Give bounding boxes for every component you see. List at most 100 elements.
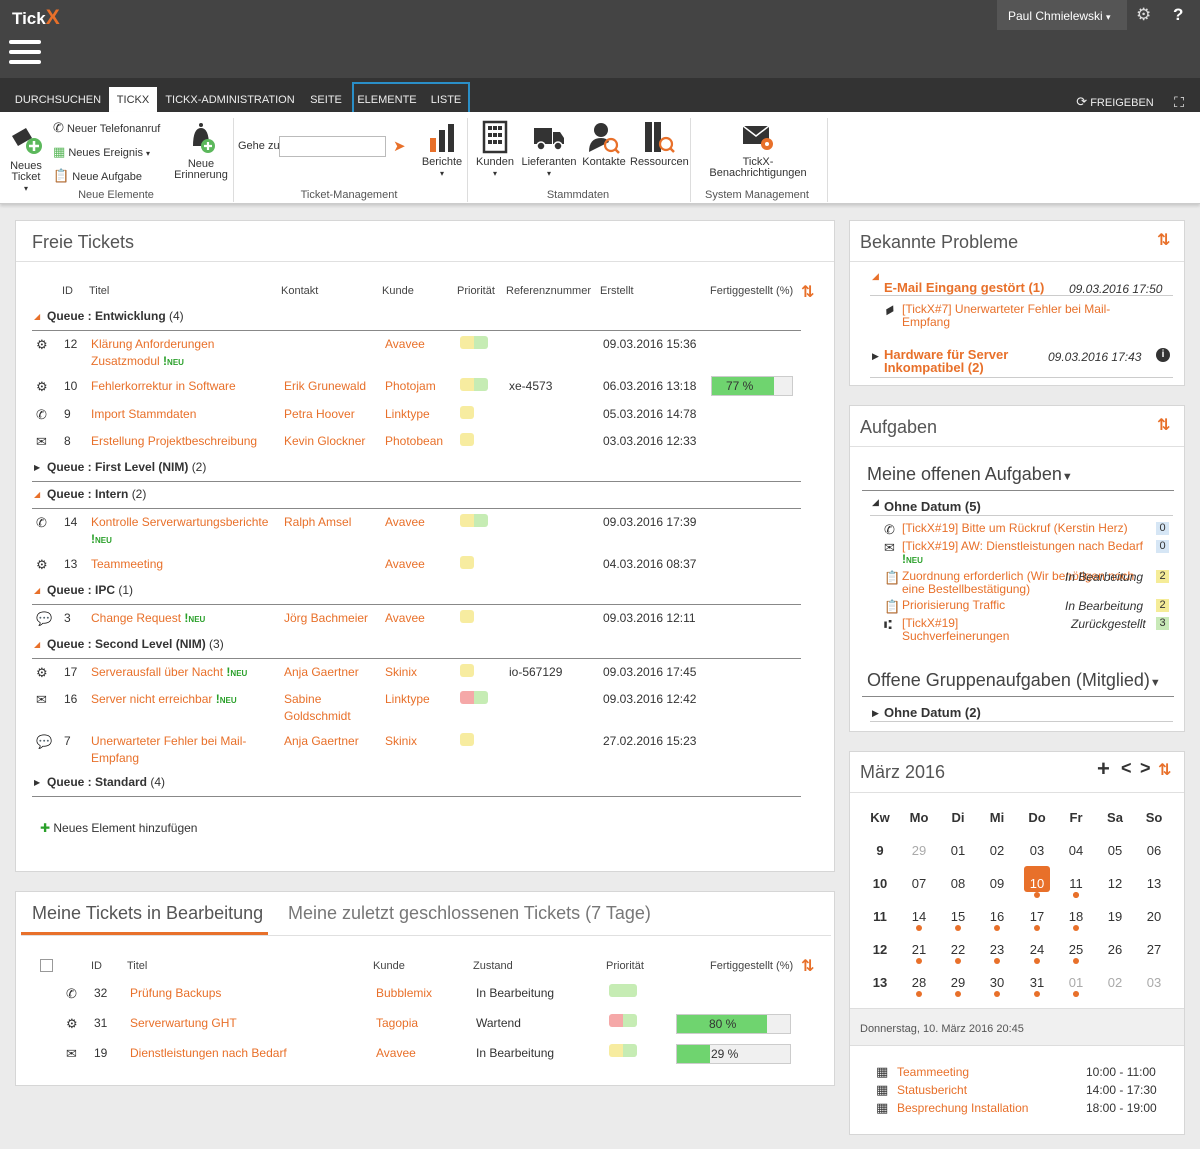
ticket-customer-link[interactable]: Avavee — [385, 336, 425, 353]
ticket-title-link[interactable]: Kontrolle Serverwartungsberichte !NEU — [91, 514, 271, 549]
ticket-customer-link[interactable]: Photojam — [385, 378, 436, 395]
add-event-icon[interactable]: + — [1097, 756, 1110, 782]
refresh-icon[interactable]: ⇅ — [1157, 230, 1170, 250]
column-header-id[interactable]: ID — [91, 960, 102, 972]
event-link[interactable]: Teammeeting — [897, 1065, 969, 1079]
calendar-day[interactable]: 09 — [982, 876, 1012, 891]
calendar-day[interactable]: 01 — [1061, 975, 1091, 990]
goto-input[interactable] — [279, 136, 386, 157]
ticket-contact-link[interactable]: Ralph Amsel — [284, 514, 380, 531]
new-reminder-button[interactable]: Neue Erinnerung — [172, 120, 230, 181]
calendar-day[interactable]: 05 — [1100, 843, 1130, 858]
problem-title[interactable]: E-Mail Eingang gestört (1) — [884, 280, 1044, 295]
ticket-title-link[interactable]: Serverwartung GHT — [130, 1015, 237, 1032]
calendar-day[interactable]: 25 — [1061, 942, 1091, 957]
caret-down-icon[interactable]: ◢ — [872, 271, 879, 282]
ticket-contact-link[interactable]: Jörg Bachmeier — [284, 610, 380, 627]
new-phone-call-button[interactable]: ✆ Neuer Telefonanruf — [53, 120, 160, 136]
calendar-day[interactable]: 08 — [943, 876, 973, 891]
tickx-logo[interactable]: TickX — [12, 6, 60, 30]
refresh-icon[interactable]: ⇅ — [801, 956, 814, 976]
column-header-id[interactable]: ID — [62, 285, 73, 297]
calendar-day[interactable]: 12 — [1100, 876, 1130, 891]
help-icon[interactable]: ? — [1173, 5, 1183, 25]
column-header-zustand[interactable]: Zustand — [473, 960, 513, 972]
reports-button[interactable]: Berichte ▾ — [420, 120, 464, 179]
column-header-prio[interactable]: Priorität — [606, 960, 644, 972]
my-open-tasks-dropdown[interactable]: Meine offenen Aufgaben▼ — [867, 464, 1073, 485]
calendar-day[interactable]: 22 — [943, 942, 973, 957]
ticket-title-link[interactable]: Teammeeting — [91, 556, 271, 573]
queue-header[interactable]: Queue : Intern (2) — [47, 487, 146, 501]
queue-header[interactable]: Queue : Entwicklung (4) — [47, 309, 184, 323]
calendar-day[interactable]: 07 — [904, 876, 934, 891]
calendar-day[interactable]: 29 — [904, 843, 934, 858]
ticket-title-link[interactable]: Unerwarteter Fehler bei Mail-Empfang — [91, 733, 271, 767]
caret-down-icon[interactable]: ◢ — [34, 490, 40, 499]
caret-down-icon[interactable]: ◢ — [34, 586, 40, 595]
calendar-day[interactable]: 13 — [1139, 876, 1169, 891]
caret-down-icon[interactable]: ◢ — [34, 640, 40, 649]
ticket-title-link[interactable]: Dienstleistungen nach Bedarf — [130, 1045, 287, 1062]
task-link[interactable]: Priorisierung Traffic — [902, 599, 1062, 612]
ticket-title-link[interactable]: Erstellung Projektbeschreibung — [91, 433, 271, 450]
resources-button[interactable]: Ressourcen — [630, 120, 689, 168]
ticket-customer-link[interactable]: Skinix — [385, 664, 417, 681]
problem-ticket-link[interactable]: [TickX#7] Unerwarteter Fehler bei Mail-E… — [902, 303, 1152, 329]
calendar-day[interactable]: 21 — [904, 942, 934, 957]
ticket-contact-link[interactable]: Anja Gaertner — [284, 733, 380, 750]
ticket-contact-link[interactable]: Sabine Goldschmidt — [284, 691, 380, 725]
go-runner-icon[interactable]: ➤ — [393, 137, 406, 155]
share-button[interactable]: ⟳ FREIGEBEN — [1075, 87, 1155, 112]
calendar-day[interactable]: 31 — [1022, 975, 1052, 990]
suppliers-button[interactable]: Lieferanten ▾ — [520, 120, 578, 179]
next-month-icon[interactable]: > — [1140, 758, 1151, 779]
calendar-day[interactable]: 20 — [1139, 909, 1169, 924]
refresh-icon[interactable]: ⇅ — [1158, 760, 1171, 780]
focus-mode-icon[interactable]: ⛶ — [1168, 87, 1190, 112]
ticket-title-link[interactable]: Fehlerkorrektur in Software — [91, 378, 271, 395]
calendar-day[interactable]: 04 — [1061, 843, 1091, 858]
calendar-day[interactable]: 02 — [982, 843, 1012, 858]
ticket-customer-link[interactable]: Tagopia — [376, 1015, 418, 1032]
info-icon[interactable]: i — [1156, 348, 1170, 362]
calendar-day[interactable]: 29 — [943, 975, 973, 990]
tab-tickx[interactable]: TICKX — [109, 87, 157, 112]
task-link[interactable]: [TickX#19] AW: Dienstleistungen nach Bed… — [902, 540, 1154, 567]
caret-right-icon[interactable]: ▶ — [872, 708, 879, 719]
queue-header[interactable]: Queue : First Level (NIM) (2) — [47, 460, 206, 474]
user-menu[interactable]: Paul Chmielewski ▾ — [997, 0, 1127, 30]
new-event-button[interactable]: ▦ Neues Ereignis ▾ — [53, 144, 150, 160]
ticket-contact-link[interactable]: Petra Hoover — [284, 406, 380, 423]
calendar-day[interactable]: 03 — [1022, 843, 1052, 858]
column-header-titel[interactable]: Titel — [127, 960, 147, 972]
calendar-day[interactable]: 27 — [1139, 942, 1169, 957]
column-header-kunde[interactable]: Kunde — [373, 960, 405, 972]
column-header-kunde[interactable]: Kunde — [382, 285, 414, 297]
queue-header[interactable]: Queue : IPC (1) — [47, 583, 133, 597]
calendar-day[interactable]: 30 — [982, 975, 1012, 990]
column-header-kontakt[interactable]: Kontakt — [281, 285, 318, 297]
column-header-fertig[interactable]: Fertiggestellt (%) — [710, 960, 793, 972]
calendar-day[interactable]: 01 — [943, 843, 973, 858]
ticket-customer-link[interactable]: Avavee — [385, 556, 425, 573]
hamburger-menu-icon[interactable] — [9, 40, 41, 66]
tab-durchsuchen[interactable]: DURCHSUCHEN — [10, 87, 106, 112]
calendar-day[interactable]: 03 — [1139, 975, 1169, 990]
event-link[interactable]: Statusbericht — [897, 1083, 967, 1097]
column-header-titel[interactable]: Titel — [89, 285, 109, 297]
queue-header[interactable]: Queue : Second Level (NIM) (3) — [47, 637, 224, 651]
task-link[interactable]: [TickX#19] Suchverfeinerungen — [902, 617, 1062, 643]
calendar-day[interactable]: 23 — [982, 942, 1012, 957]
caret-right-icon[interactable]: ▶ — [872, 351, 879, 362]
ticket-title-link[interactable]: Change Request !NEU — [91, 610, 271, 628]
refresh-icon[interactable]: ⇅ — [801, 282, 814, 302]
column-header-prio[interactable]: Priorität — [457, 285, 495, 297]
caret-right-icon[interactable]: ▶ — [34, 463, 40, 472]
ticket-title-link[interactable]: Klärung Anforderungen Zusatzmodul !NEU — [91, 336, 271, 371]
ticket-customer-link[interactable]: Bubblemix — [376, 985, 432, 1002]
prev-month-icon[interactable]: < — [1121, 758, 1132, 779]
calendar-day[interactable]: 16 — [982, 909, 1012, 924]
problem-title[interactable]: Hardware für Server Inkompatibel (2) — [884, 348, 1054, 374]
ticket-title-link[interactable]: Serverausfall über Nacht !NEU — [91, 664, 271, 682]
